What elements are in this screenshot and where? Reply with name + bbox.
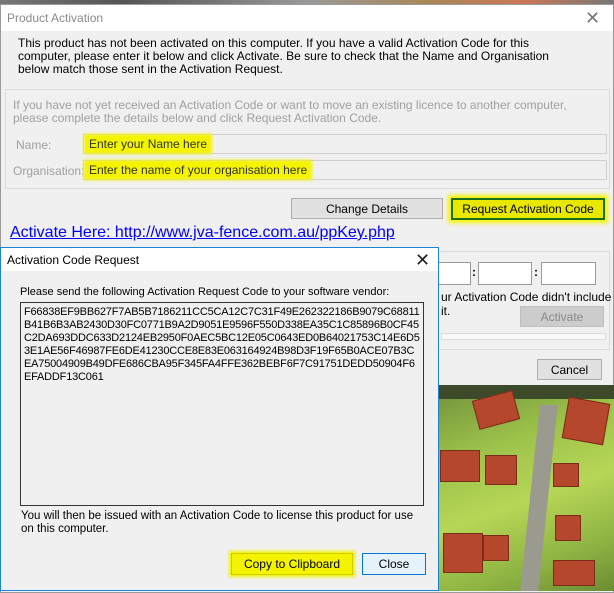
request-group: If you have not yet received an Activati… xyxy=(5,89,610,189)
modal-title: Activation Code Request xyxy=(7,253,140,267)
title-bar: Product Activation ✕ xyxy=(1,5,613,31)
name-value: Enter your Name here xyxy=(86,136,211,152)
code-box-5[interactable] xyxy=(541,262,596,285)
change-details-button[interactable]: Change Details xyxy=(291,198,443,219)
request-activation-code-button[interactable]: Request Activation Code xyxy=(451,198,605,220)
activation-code-request-dialog: Activation Code Request ✕ Please send th… xyxy=(0,247,439,591)
cancel-button[interactable]: Cancel xyxy=(537,359,602,380)
dialog-title: Product Activation xyxy=(7,11,104,25)
code-box-4[interactable] xyxy=(478,262,532,285)
footer-text: You will then be issued with an Activati… xyxy=(21,510,414,535)
activate-button[interactable]: Activate xyxy=(520,306,604,327)
intro-text: This product has not been activated on t… xyxy=(18,36,549,76)
organisation-value: Enter the name of your organisation here xyxy=(86,162,311,178)
modal-title-bar: Activation Code Request ✕ xyxy=(1,248,438,271)
name-label: Name: xyxy=(16,138,52,152)
background-scene-image xyxy=(435,385,614,591)
request-code-textarea[interactable]: F66838EF9BB627F7AB5B7186211CC5CA12C7C31F… xyxy=(20,302,424,506)
request-info: If you have not yet received an Activati… xyxy=(13,98,567,125)
organisation-field[interactable]: Enter the name of your organisation here xyxy=(83,160,607,180)
close-icon[interactable]: ✕ xyxy=(585,9,600,27)
instruction-text: Please send the following Activation Req… xyxy=(20,286,390,298)
name-field[interactable]: Enter your Name here xyxy=(83,134,607,154)
org-label: Organisation: xyxy=(13,164,85,178)
close-button[interactable]: Close xyxy=(362,553,426,575)
code-separator: : xyxy=(534,265,538,279)
progress-bar xyxy=(441,333,606,340)
copy-to-clipboard-button[interactable]: Copy to Clipboard xyxy=(231,553,353,575)
close-icon[interactable]: ✕ xyxy=(415,251,430,269)
code-separator: : xyxy=(472,265,476,279)
activation-link[interactable]: Activate Here: http://www.jva-fence.com.… xyxy=(10,224,395,242)
